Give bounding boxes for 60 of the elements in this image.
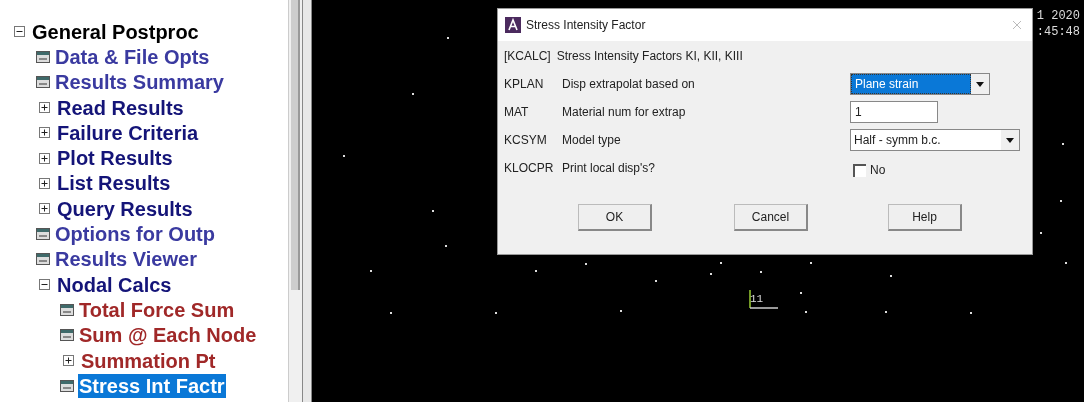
dialog-button[interactable]: Help — [888, 204, 962, 231]
expand-icon[interactable] — [39, 102, 50, 114]
node-number: 11 — [750, 294, 764, 305]
dialog-icon — [36, 253, 50, 266]
axis-drawing — [749, 290, 779, 310]
dialog-icon — [60, 379, 74, 392]
dialog-button[interactable]: Cancel — [734, 204, 808, 231]
tree-item[interactable]: Plot Results — [56, 146, 174, 171]
expand-icon[interactable] — [63, 355, 74, 366]
scrollbar[interactable] — [288, 0, 302, 402]
parameter-label: Stress Intensity Factors KI, KII, KIII — [556, 48, 743, 65]
dialog-icon — [36, 76, 50, 89]
tree-item[interactable]: List Results — [56, 171, 172, 196]
dropdown-value: Plane strain — [851, 74, 971, 94]
tree-item[interactable]: Failure Criteria — [56, 120, 200, 145]
checkbox-label: No — [870, 162, 886, 179]
dropdown-value: Half - symm b.c. — [853, 132, 942, 149]
tree-item[interactable]: General Postproc — [31, 19, 200, 44]
tree-item[interactable]: Options for Outp — [54, 222, 216, 246]
parameter-code: KLOCPR — [504, 160, 555, 177]
parameter-code: KCSYM — [504, 132, 548, 149]
dialog-title: Stress Intensity Factor — [526, 17, 647, 34]
collapse-icon[interactable] — [14, 26, 25, 38]
splitter-bar[interactable] — [302, 0, 312, 402]
parameter-label: Print local disp's? — [562, 160, 655, 177]
parameter-label: Disp extrapolat based on — [562, 76, 695, 93]
time-text: :45:48 — [1036, 26, 1080, 38]
dropdown[interactable]: Plane strain — [850, 73, 990, 95]
tree-item[interactable]: Total Force Sum — [78, 297, 236, 322]
tree-item[interactable]: Sum @ Each Node — [78, 323, 258, 348]
tree-item[interactable]: Results Viewer — [54, 247, 198, 272]
parameter-label: Model type — [562, 132, 621, 149]
date-text: 1 2020 — [1036, 10, 1080, 22]
dialog-icon — [60, 303, 74, 316]
parameter-label: Material num for extrap — [562, 104, 686, 121]
tree-item[interactable]: Nodal Calcs — [56, 272, 173, 297]
tree-item[interactable]: Results Summary — [54, 70, 225, 95]
collapse-icon[interactable] — [39, 279, 50, 291]
expand-icon[interactable] — [39, 177, 50, 189]
tree-item[interactable]: Data & File Opts — [54, 44, 211, 69]
caret-icon — [971, 74, 989, 94]
tree-item[interactable]: Read Results — [56, 95, 185, 120]
tree-item[interactable]: Query Results — [56, 196, 194, 221]
expand-icon[interactable] — [39, 127, 50, 139]
parameter-code: MAT — [504, 104, 530, 121]
dialog-icon — [36, 228, 50, 240]
tree-item[interactable]: Stress Int Factr — [78, 373, 226, 398]
input-field[interactable]: 1 — [850, 101, 938, 123]
tree-item[interactable]: Summation Pt — [80, 348, 217, 373]
dialog-button[interactable]: OK — [578, 204, 652, 231]
checkbox[interactable] — [853, 163, 866, 177]
expand-icon[interactable] — [39, 203, 50, 215]
caret-icon — [1001, 130, 1019, 150]
dialog-icon — [36, 50, 50, 63]
dialog-icon — [60, 329, 74, 342]
dropdown[interactable]: Half - symm b.c. — [850, 129, 1020, 151]
parameter-code: [KCALC] — [504, 48, 551, 65]
app-icon — [505, 17, 521, 33]
expand-icon[interactable] — [39, 152, 50, 164]
parameter-code: KPLAN — [504, 76, 545, 93]
